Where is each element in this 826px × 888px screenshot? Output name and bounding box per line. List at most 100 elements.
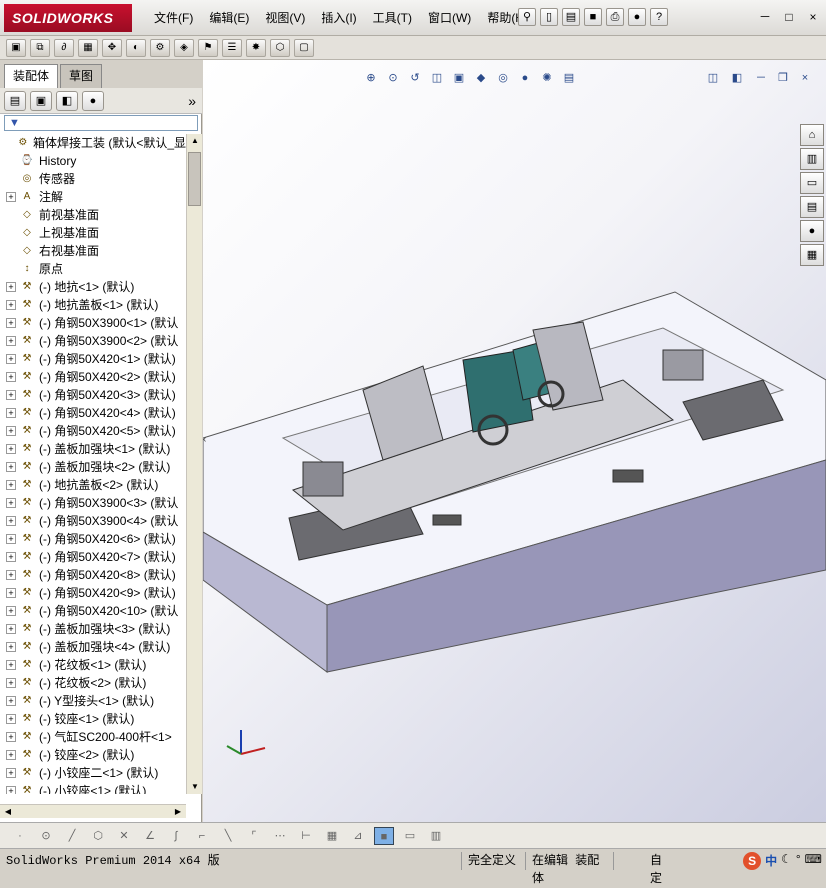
pin-icon[interactable]: ⚲ bbox=[518, 8, 536, 26]
ime-mode-icon[interactable]: 中 bbox=[765, 852, 777, 870]
property-manager-icon[interactable]: ▣ bbox=[30, 90, 52, 111]
table-icon[interactable]: ▥ bbox=[426, 827, 446, 845]
scroll-right-icon[interactable]: ▶ bbox=[170, 805, 186, 819]
expand-icon[interactable]: + bbox=[6, 750, 16, 760]
expand-icon[interactable]: + bbox=[6, 516, 16, 526]
expand-icon[interactable]: + bbox=[6, 678, 16, 688]
exploded-view-icon[interactable]: ✸ bbox=[246, 38, 266, 57]
tree-item[interactable]: + ⚒ (-) 角钢50X3900<2> (默认 bbox=[0, 332, 186, 350]
tree-item[interactable]: + ⚒ (-) 地抗盖板<2> (默认) bbox=[0, 476, 186, 494]
scroll-thumb[interactable] bbox=[188, 152, 201, 206]
tree-item[interactable]: ◇ 右视基准面 bbox=[0, 242, 186, 260]
close-button[interactable]: × bbox=[804, 8, 822, 26]
tree-item[interactable]: ⚙ 箱体焊接工装 (默认<默认_显 bbox=[0, 134, 186, 152]
menu-insert[interactable]: 插入(I) bbox=[313, 0, 364, 36]
relation-icon[interactable]: ⊿ bbox=[348, 827, 368, 845]
tree-item[interactable]: + ⚒ (-) 角钢50X420<4> (默认) bbox=[0, 404, 186, 422]
insert-component-icon[interactable]: ▣ bbox=[6, 38, 26, 57]
scroll-left-icon[interactable]: ◀ bbox=[0, 805, 16, 819]
tree-item[interactable]: + ⚒ (-) 角钢50X3900<1> (默认 bbox=[0, 314, 186, 332]
construction-icon[interactable]: ╲ bbox=[218, 827, 238, 845]
graphics-area[interactable]: ⊕ ⊙ ↺ ◫ ▣ ◆ ◎ ● ✺ ▤ ◫ ◧ － ❐ × ⌂ ▥ ▭ ▤ ● … bbox=[203, 60, 826, 822]
tree-item[interactable]: + ⚒ (-) 角钢50X420<3> (默认) bbox=[0, 386, 186, 404]
expand-icon[interactable]: + bbox=[6, 390, 16, 400]
dimension-icon[interactable]: ⊢ bbox=[296, 827, 316, 845]
line-icon[interactable]: ╱ bbox=[62, 827, 82, 845]
grid-icon[interactable]: ▦ bbox=[322, 827, 342, 845]
component-pattern-icon[interactable]: ▦ bbox=[78, 38, 98, 57]
assembly-features-icon[interactable]: ⚙ bbox=[150, 38, 170, 57]
assembly-model[interactable] bbox=[203, 60, 826, 822]
configuration-manager-icon[interactable]: ◧ bbox=[56, 90, 78, 111]
tree-item[interactable]: ⌚ History bbox=[0, 152, 186, 170]
design-library-icon[interactable]: ▥ bbox=[800, 148, 824, 170]
tree-item[interactable]: ◎ 传感器 bbox=[0, 170, 186, 188]
corner-rect-icon[interactable]: ⌜ bbox=[244, 827, 264, 845]
tree-item[interactable]: + ⚒ (-) 铰座<2> (默认) bbox=[0, 746, 186, 764]
angle-icon[interactable]: ∠ bbox=[140, 827, 160, 845]
tab-assembly[interactable]: 装配体 bbox=[4, 64, 59, 88]
expand-icon[interactable]: + bbox=[6, 768, 16, 778]
traffic-light-icon[interactable]: ● bbox=[628, 8, 646, 26]
solidworks-logo[interactable]: SOLIDWORKS bbox=[4, 4, 132, 32]
expand-icon[interactable]: + bbox=[6, 426, 16, 436]
expand-icon[interactable]: + bbox=[6, 786, 16, 794]
trim-icon[interactable]: ✕ bbox=[114, 827, 134, 845]
tree-item[interactable]: + ⚒ (-) 铰座<1> (默认) bbox=[0, 710, 186, 728]
tree-item[interactable]: + ⚒ (-) 小铰座<1> (默认) bbox=[0, 782, 186, 794]
tree-item[interactable]: + ⚒ (-) 盖板加强块<3> (默认) bbox=[0, 620, 186, 638]
tree-item[interactable]: + ⚒ (-) 地抗<1> (默认) bbox=[0, 278, 186, 296]
expand-icon[interactable]: + bbox=[6, 642, 16, 652]
tree-item[interactable]: + ⚒ (-) 角钢50X420<10> (默认 bbox=[0, 602, 186, 620]
appearances-icon[interactable]: ● bbox=[800, 220, 824, 242]
expand-icon[interactable]: + bbox=[6, 552, 16, 562]
expand-icon[interactable]: + bbox=[6, 336, 16, 346]
tree-item[interactable]: + ⚒ (-) Y型接头<1> (默认) bbox=[0, 692, 186, 710]
point-icon[interactable]: · bbox=[10, 827, 30, 845]
expand-icon[interactable]: + bbox=[6, 444, 16, 454]
tree-item[interactable]: + ⚒ (-) 角钢50X420<9> (默认) bbox=[0, 584, 186, 602]
tree-item[interactable]: + ⚒ (-) 盖板加强块<2> (默认) bbox=[0, 458, 186, 476]
window-layout-icon[interactable]: ▭ bbox=[400, 827, 420, 845]
tree-item[interactable]: ◇ 上视基准面 bbox=[0, 224, 186, 242]
polygon-icon[interactable]: ⬡ bbox=[88, 827, 108, 845]
reference-geometry-icon[interactable]: ◈ bbox=[174, 38, 194, 57]
tab-sketch[interactable]: 草图 bbox=[60, 64, 103, 88]
tree-item[interactable]: + A 注解 bbox=[0, 188, 186, 206]
tree-item[interactable]: + ⚒ (-) 花纹板<1> (默认) bbox=[0, 656, 186, 674]
selection-box-icon[interactable]: ⋯ bbox=[270, 827, 290, 845]
new-file-icon[interactable]: ▯ bbox=[540, 8, 558, 26]
filter-input[interactable]: ▼ bbox=[4, 115, 198, 131]
home-icon[interactable]: ⌂ bbox=[800, 124, 824, 146]
tree-item[interactable]: ◇ 前视基准面 bbox=[0, 206, 186, 224]
expand-icon[interactable]: + bbox=[6, 588, 16, 598]
tree-item[interactable]: + ⚒ (-) 角钢50X420<6> (默认) bbox=[0, 530, 186, 548]
status-custom[interactable]: 自定 bbox=[644, 852, 668, 886]
expand-icon[interactable]: + bbox=[6, 714, 16, 724]
punctuation-icon[interactable]: ° bbox=[796, 852, 801, 870]
menu-file[interactable]: 文件(F) bbox=[146, 0, 201, 36]
expand-icon[interactable]: + bbox=[6, 408, 16, 418]
menu-tools[interactable]: 工具(T) bbox=[365, 0, 420, 36]
expand-icon[interactable]: + bbox=[6, 318, 16, 328]
help-icon[interactable]: ? bbox=[650, 8, 668, 26]
tree-item[interactable]: + ⚒ (-) 盖板加强块<1> (默认) bbox=[0, 440, 186, 458]
mate-icon[interactable]: ⧉ bbox=[30, 38, 50, 57]
custom-properties-icon[interactable]: ▦ bbox=[800, 244, 824, 266]
scroll-up-icon[interactable]: ▲ bbox=[187, 134, 203, 148]
expand-icon[interactable]: + bbox=[6, 282, 16, 292]
move-component-icon[interactable]: ✥ bbox=[102, 38, 122, 57]
minimize-button[interactable]: － bbox=[756, 8, 774, 26]
expand-icon[interactable]: + bbox=[6, 300, 16, 310]
new-motion-study-icon[interactable]: ⚑ bbox=[198, 38, 218, 57]
expand-panel-icon[interactable]: » bbox=[188, 93, 196, 109]
tree-item[interactable]: + ⚒ (-) 角钢50X3900<3> (默认 bbox=[0, 494, 186, 512]
expand-icon[interactable]: + bbox=[6, 660, 16, 670]
tree-item[interactable]: + ⚒ (-) 角钢50X420<8> (默认) bbox=[0, 566, 186, 584]
tree-item[interactable]: ↕ 原点 bbox=[0, 260, 186, 278]
expand-icon[interactable]: + bbox=[6, 534, 16, 544]
tree-item[interactable]: + ⚒ (-) 角钢50X420<5> (默认) bbox=[0, 422, 186, 440]
bill-of-materials-icon[interactable]: ☰ bbox=[222, 38, 242, 57]
tree-item[interactable]: + ⚒ (-) 气缸SC200-400杆<1> bbox=[0, 728, 186, 746]
tree-item[interactable]: + ⚒ (-) 花纹板<2> (默认) bbox=[0, 674, 186, 692]
